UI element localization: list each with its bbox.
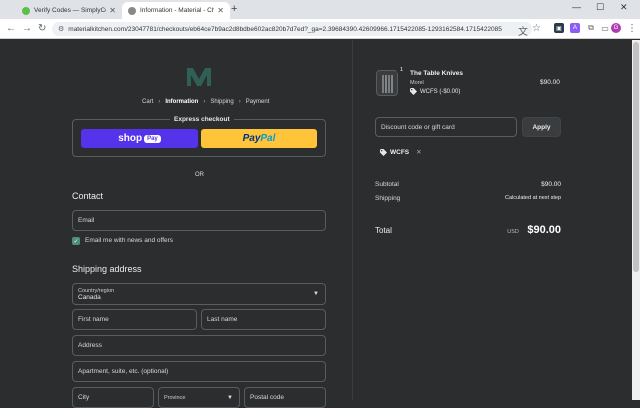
discount-code-placeholder: Discount code or gift card: [381, 123, 455, 131]
close-tab-icon[interactable]: ✕: [217, 6, 224, 15]
profile-avatar[interactable]: G: [611, 23, 621, 33]
country-value: Canada: [78, 293, 101, 301]
minimize-icon[interactable]: —: [572, 2, 581, 12]
chevron-down-icon: ▼: [313, 291, 319, 297]
remove-discount-icon[interactable]: ✕: [416, 148, 421, 156]
browser-toolbar: ← → ↻ ⚙ materialkitchen.com/23047781/che…: [0, 19, 640, 39]
tab-title: Information - Material - Checkout: [140, 7, 215, 14]
province-select[interactable]: Province ▼: [158, 387, 240, 408]
discount-code-input[interactable]: Discount code or gift card: [375, 117, 517, 137]
product-name: The Table Knives: [410, 70, 463, 77]
globe-favicon-icon: [128, 6, 136, 15]
total-currency: USD: [507, 229, 519, 235]
chevron-right-icon: ›: [238, 99, 241, 105]
paypal-text-1: Pay: [242, 133, 261, 144]
shipping-address-heading: Shipping address: [72, 264, 142, 274]
browser-tab-bar: Verify Codes — SimplyCodes ✕ Information…: [0, 0, 640, 19]
breadcrumb-payment: Payment: [245, 99, 270, 105]
product-discount: WCFS (-$0.00): [410, 88, 460, 95]
close-tab-icon[interactable]: ✕: [109, 6, 116, 15]
tag-icon: [380, 148, 387, 156]
breadcrumb-shipping: Shipping: [210, 99, 234, 105]
menu-kebab-icon[interactable]: ⋮: [627, 23, 637, 34]
quantity-badge: 1: [396, 64, 407, 75]
column-divider: [352, 40, 353, 400]
last-name-placeholder: Last name: [207, 316, 238, 323]
product-vendor: Morel: [410, 80, 424, 86]
forward-arrow-icon[interactable]: →: [22, 23, 32, 34]
shipping-row: Shipping Calculated at next step: [375, 195, 561, 202]
total-row: Total USD $90.00: [375, 220, 561, 238]
first-name-field[interactable]: First name: [72, 309, 197, 330]
tab-checkout[interactable]: Information - Material - Checkout ✕: [122, 2, 230, 19]
shop-pay-badge: Pay: [144, 134, 161, 143]
product-thumbnail: [376, 70, 398, 96]
tag-icon: [410, 88, 417, 95]
total-label: Total: [375, 226, 392, 235]
extension-a-icon[interactable]: A: [570, 23, 580, 33]
shop-pay-text: shop: [118, 133, 143, 144]
breadcrumb-cart[interactable]: Cart: [142, 99, 153, 105]
page-scrollbar[interactable]: [632, 40, 640, 400]
url-text: materialkitchen.com/23047781/checkouts/e…: [68, 25, 502, 33]
subtotal-row: Subtotal $90.00: [375, 181, 561, 188]
material-logo-icon: [187, 68, 211, 86]
scrollbar-thumb[interactable]: [633, 42, 639, 272]
tab-verify-codes[interactable]: Verify Codes — SimplyCodes ✕: [16, 2, 122, 19]
close-window-icon[interactable]: ✕: [620, 2, 628, 13]
breadcrumb: Cart › Information › Shipping › Payment: [142, 99, 269, 105]
translate-icon[interactable]: 文: [518, 23, 528, 38]
new-tab-icon[interactable]: +: [231, 3, 237, 15]
subtotal-label: Subtotal: [375, 181, 399, 188]
side-panel-icon[interactable]: ▭: [600, 23, 610, 33]
email-field[interactable]: Email: [72, 210, 326, 231]
shop-pay-button[interactable]: shop Pay: [81, 129, 198, 148]
country-select[interactable]: Country/region Canada ▼: [72, 283, 326, 305]
reload-icon[interactable]: ↻: [38, 23, 46, 34]
simplycodes-favicon-icon: [22, 6, 30, 15]
apartment-field[interactable]: Apartment, suite, etc. (optional): [72, 361, 326, 382]
extension-icon[interactable]: ▣: [554, 23, 564, 33]
last-name-field[interactable]: Last name: [201, 309, 326, 330]
chevron-right-icon: ›: [203, 99, 206, 105]
checkout-page: Cart › Information › Shipping › Payment …: [0, 40, 640, 408]
site-info-icon[interactable]: ⚙: [58, 25, 64, 33]
address-bar[interactable]: ⚙ materialkitchen.com/23047781/checkouts…: [52, 22, 532, 36]
chevron-right-icon: ›: [158, 99, 161, 105]
total-value: $90.00: [527, 224, 561, 236]
breadcrumb-information: Information: [165, 99, 199, 105]
bookmark-star-icon[interactable]: ☆: [532, 23, 541, 34]
city-field[interactable]: City: [72, 387, 154, 408]
or-divider-text: OR: [195, 172, 204, 178]
paypal-button[interactable]: Pay Pal: [201, 129, 317, 148]
newsletter-checkbox[interactable]: ✓: [72, 237, 80, 245]
back-arrow-icon[interactable]: ←: [6, 23, 16, 34]
paypal-text-2: Pal: [260, 133, 276, 144]
address-placeholder: Address: [78, 342, 102, 349]
product-discount-text: WCFS (-$0.00): [420, 88, 461, 95]
email-placeholder: Email: [78, 217, 95, 224]
tab-title: Verify Codes — SimplyCodes: [34, 7, 106, 14]
puzzle-extensions-icon[interactable]: ⧉: [586, 23, 596, 33]
apartment-placeholder: Apartment, suite, etc. (optional): [78, 368, 169, 375]
product-price: $90.00: [540, 79, 560, 86]
subtotal-value: $90.00: [541, 181, 561, 188]
express-checkout-label: Express checkout: [170, 116, 234, 123]
postal-code-field[interactable]: Postal code: [244, 387, 326, 408]
maximize-icon[interactable]: ☐: [596, 2, 604, 13]
newsletter-label: Email me with news and offers: [85, 237, 174, 244]
first-name-placeholder: First name: [78, 316, 109, 323]
contact-heading: Contact: [72, 191, 104, 201]
knives-image-icon: [382, 75, 393, 93]
applied-discount-chip: WCFS ✕: [380, 148, 422, 156]
shipping-value: Calculated at next step: [505, 195, 561, 201]
applied-code: WCFS: [390, 148, 410, 156]
apply-button[interactable]: Apply: [522, 117, 561, 137]
shipping-label: Shipping: [375, 195, 401, 202]
address-field[interactable]: Address: [72, 335, 326, 356]
